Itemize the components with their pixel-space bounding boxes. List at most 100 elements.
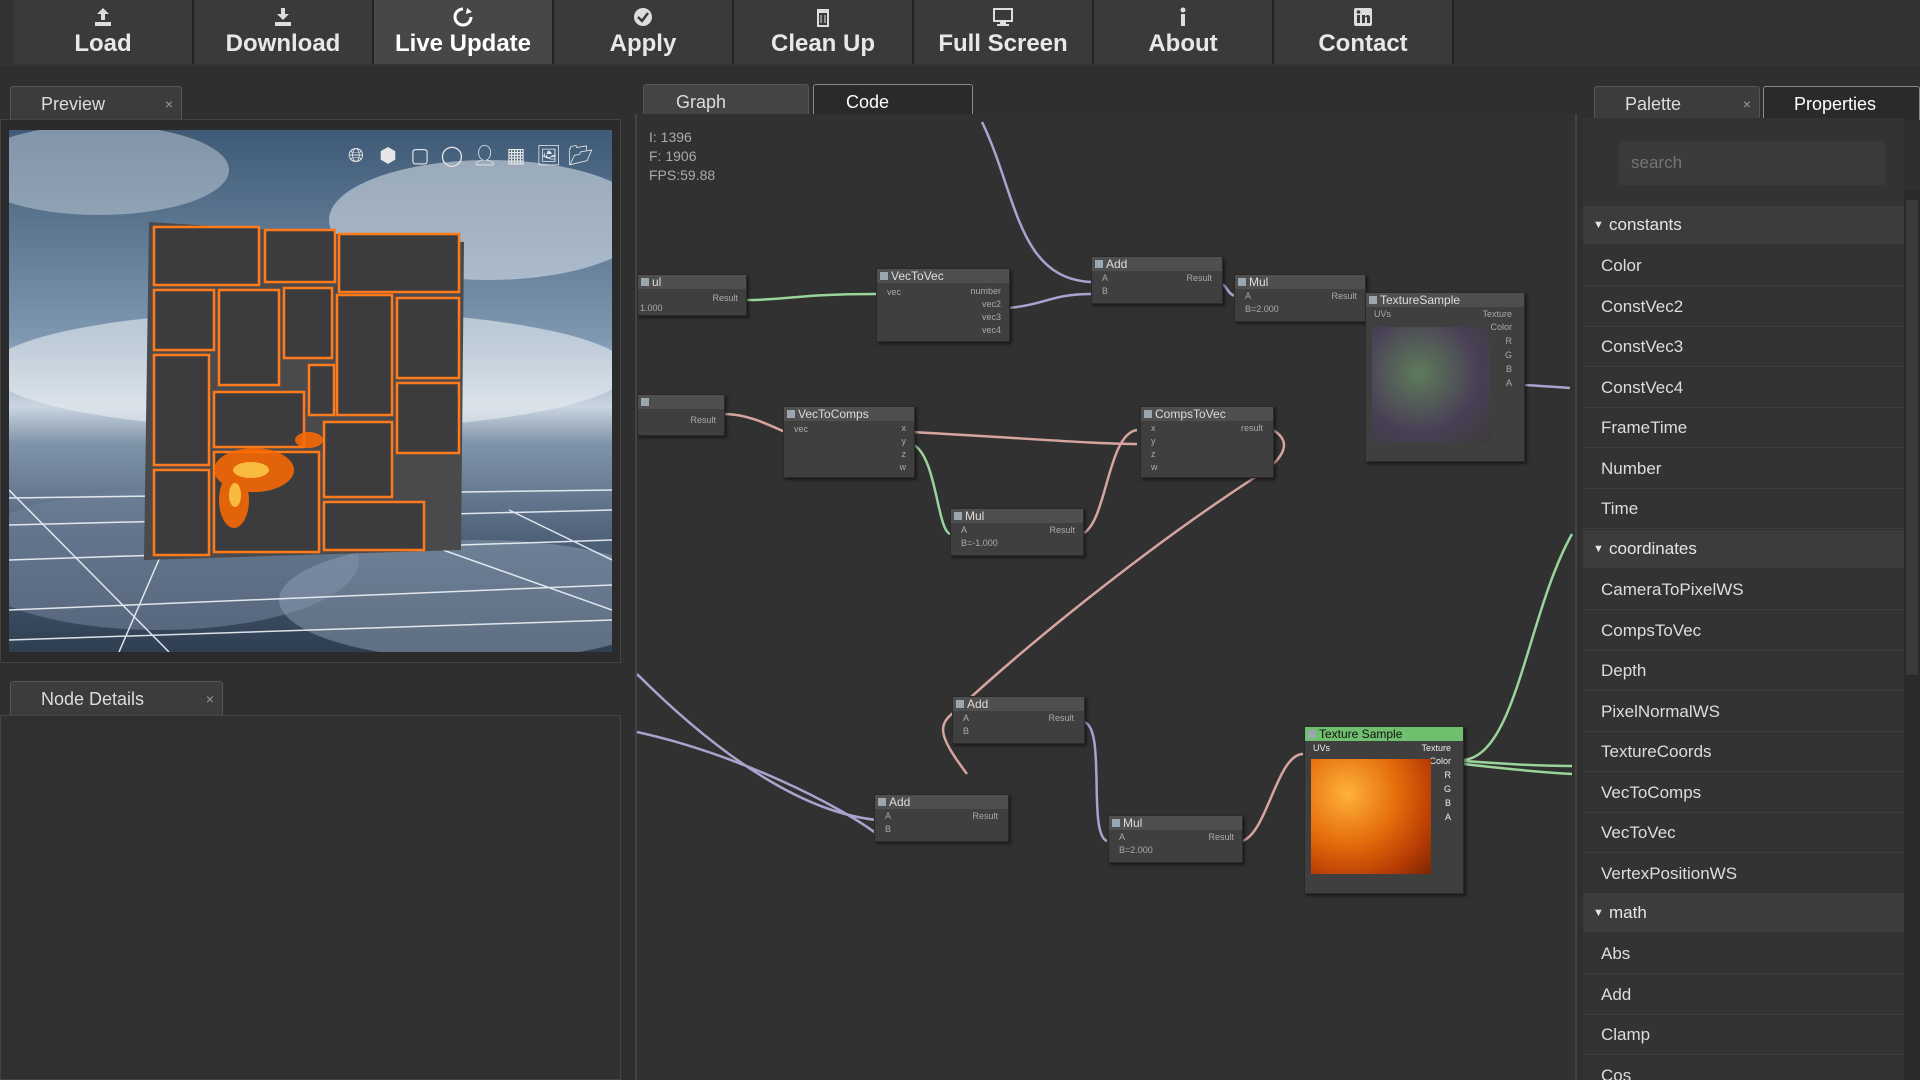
node-add-3[interactable]: Add A B Result: [874, 794, 1009, 842]
about-button[interactable]: About: [1094, 0, 1274, 64]
globe-icon[interactable]: 🌐︎: [344, 144, 368, 168]
port-result[interactable]: result: [1241, 423, 1263, 433]
palette-item-time[interactable]: Time: [1583, 489, 1904, 529]
preview-viewport[interactable]: 🌐︎ ⬢ ▢ ◯ 👤︎ ▦ 🖼︎ 📂︎: [9, 130, 612, 652]
port-y[interactable]: y: [1151, 436, 1156, 446]
square-icon[interactable]: ▢: [408, 144, 432, 168]
port-r[interactable]: R: [1445, 770, 1452, 780]
image-icon[interactable]: 🖼︎: [536, 144, 561, 168]
port-result[interactable]: Result: [1331, 291, 1357, 301]
port-number[interactable]: number: [970, 286, 1001, 296]
node-add[interactable]: Add A B Result: [1091, 256, 1223, 304]
tab-palette[interactable]: Palette ×: [1594, 86, 1760, 120]
category-constants[interactable]: ▼ constants: [1583, 206, 1904, 244]
port-g[interactable]: G: [1505, 350, 1512, 360]
port-z[interactable]: z: [1151, 449, 1156, 459]
port-vec[interactable]: vec: [794, 424, 808, 434]
tab-code[interactable]: Code: [813, 84, 973, 118]
port-color[interactable]: Color: [1490, 322, 1512, 332]
node-texture-sample-2[interactable]: Texture Sample UVs Texture Color R G B A: [1304, 726, 1464, 894]
palette-item-frametime[interactable]: FrameTime: [1583, 408, 1904, 448]
port-color[interactable]: Color: [1429, 756, 1451, 766]
port-result[interactable]: Result: [1048, 713, 1074, 723]
palette-item-cameratopixelws[interactable]: CameraToPixelWS: [1583, 570, 1904, 610]
port-a[interactable]: A: [1245, 291, 1251, 301]
port-a[interactable]: A: [1506, 378, 1512, 388]
port-texture[interactable]: Texture: [1421, 743, 1451, 753]
port-b[interactable]: B: [1102, 286, 1108, 296]
palette-item-add[interactable]: Add: [1583, 975, 1904, 1015]
port-w[interactable]: w: [1151, 462, 1158, 472]
port-b[interactable]: B: [1445, 798, 1451, 808]
port-uvs[interactable]: UVs: [1313, 743, 1330, 753]
node-mul-3[interactable]: Mul A Result B=2.000: [1108, 815, 1243, 863]
port-a[interactable]: A: [1119, 832, 1125, 842]
port-result[interactable]: Result: [1208, 832, 1234, 842]
circle-icon[interactable]: ◯: [440, 144, 464, 168]
port-a[interactable]: A: [963, 713, 969, 723]
folder-icon[interactable]: 📂︎: [568, 144, 593, 168]
node-add-2[interactable]: Add A B Result: [952, 696, 1085, 744]
port-b-value[interactable]: B=2.000: [1245, 304, 1279, 314]
port-x[interactable]: x: [1151, 423, 1156, 433]
full-screen-button[interactable]: Full Screen: [914, 0, 1094, 64]
node-partial[interactable]: Result: [637, 394, 725, 436]
port-x[interactable]: x: [902, 423, 907, 433]
port-result[interactable]: Result: [712, 293, 738, 303]
port-result[interactable]: Result: [690, 415, 716, 425]
port-a[interactable]: A: [1102, 273, 1108, 283]
node-mul-2[interactable]: Mul A Result B=-1.000: [950, 508, 1084, 556]
apply-button[interactable]: Apply: [554, 0, 734, 64]
palette-item-vertexpositionws[interactable]: VertexPositionWS: [1583, 854, 1904, 894]
palette-item-vectocomps[interactable]: VecToComps: [1583, 773, 1904, 813]
palette-item-constvec3[interactable]: ConstVec3: [1583, 327, 1904, 367]
port-y[interactable]: y: [902, 436, 907, 446]
palette-item-compstovec[interactable]: CompsToVec: [1583, 611, 1904, 651]
palette-item-constvec4[interactable]: ConstVec4: [1583, 368, 1904, 408]
live-update-button[interactable]: Live Update: [374, 0, 554, 64]
person-icon[interactable]: 👤︎: [472, 144, 497, 168]
port-g[interactable]: G: [1444, 784, 1451, 794]
clean-up-button[interactable]: Clean Up: [734, 0, 914, 64]
port-vec[interactable]: vec: [887, 287, 901, 297]
port-texture[interactable]: Texture: [1482, 309, 1512, 319]
palette-item-constvec2[interactable]: ConstVec2: [1583, 287, 1904, 327]
port-vec4[interactable]: vec4: [982, 325, 1001, 335]
palette-item-color[interactable]: Color: [1583, 246, 1904, 286]
port-result[interactable]: Result: [1049, 525, 1075, 535]
download-button[interactable]: Download: [194, 0, 374, 64]
node-texture-sample[interactable]: TextureSample UVs Texture Color R G B A: [1365, 292, 1525, 462]
tab-graph[interactable]: Graph: [643, 84, 809, 118]
port-a[interactable]: A: [961, 525, 967, 535]
load-button[interactable]: Load: [14, 0, 194, 64]
palette-item-abs[interactable]: Abs: [1583, 934, 1904, 974]
node-vectocomps[interactable]: VecToComps vec x y z w: [783, 406, 915, 478]
palette-item-pixelnormalws[interactable]: PixelNormalWS: [1583, 692, 1904, 732]
palette-item-texturecoords[interactable]: TextureCoords: [1583, 732, 1904, 772]
node-mul[interactable]: Mul A Result B=2.000: [1234, 274, 1366, 322]
port-b-value[interactable]: B=2.000: [1119, 845, 1153, 855]
port-uvs[interactable]: UVs: [1374, 309, 1391, 319]
palette-item-number[interactable]: Number: [1583, 449, 1904, 489]
close-icon[interactable]: ×: [206, 682, 214, 716]
palette-item-depth[interactable]: Depth: [1583, 651, 1904, 691]
cube-icon[interactable]: ⬢: [376, 144, 400, 168]
node-vectovec[interactable]: VecToVec vec number vec2 vec3 vec4: [876, 268, 1010, 342]
port-r[interactable]: R: [1506, 336, 1513, 346]
port-a[interactable]: A: [1445, 812, 1451, 822]
port-b-value[interactable]: B=-1.000: [961, 538, 998, 548]
port-vec3[interactable]: vec3: [982, 312, 1001, 322]
port-b[interactable]: B: [1506, 364, 1512, 374]
node-compstovec[interactable]: CompsToVec x y z w result: [1140, 406, 1274, 478]
grid-icon[interactable]: ▦: [504, 144, 528, 168]
tab-node-details[interactable]: Node Details ×: [10, 681, 223, 715]
palette-item-clamp[interactable]: Clamp: [1583, 1015, 1904, 1055]
node-graph-canvas[interactable]: I: 1396 F: 1906 FPS:59.88 ul Result 1.00…: [635, 114, 1577, 1080]
port-a[interactable]: A: [885, 811, 891, 821]
port-w[interactable]: w: [900, 462, 907, 472]
search-input[interactable]: [1619, 141, 1885, 185]
node-mul-partial[interactable]: ul Result 1.000: [637, 274, 747, 316]
contact-button[interactable]: Contact: [1274, 0, 1454, 64]
port-result[interactable]: Result: [1186, 273, 1212, 283]
port-vec2[interactable]: vec2: [982, 299, 1001, 309]
